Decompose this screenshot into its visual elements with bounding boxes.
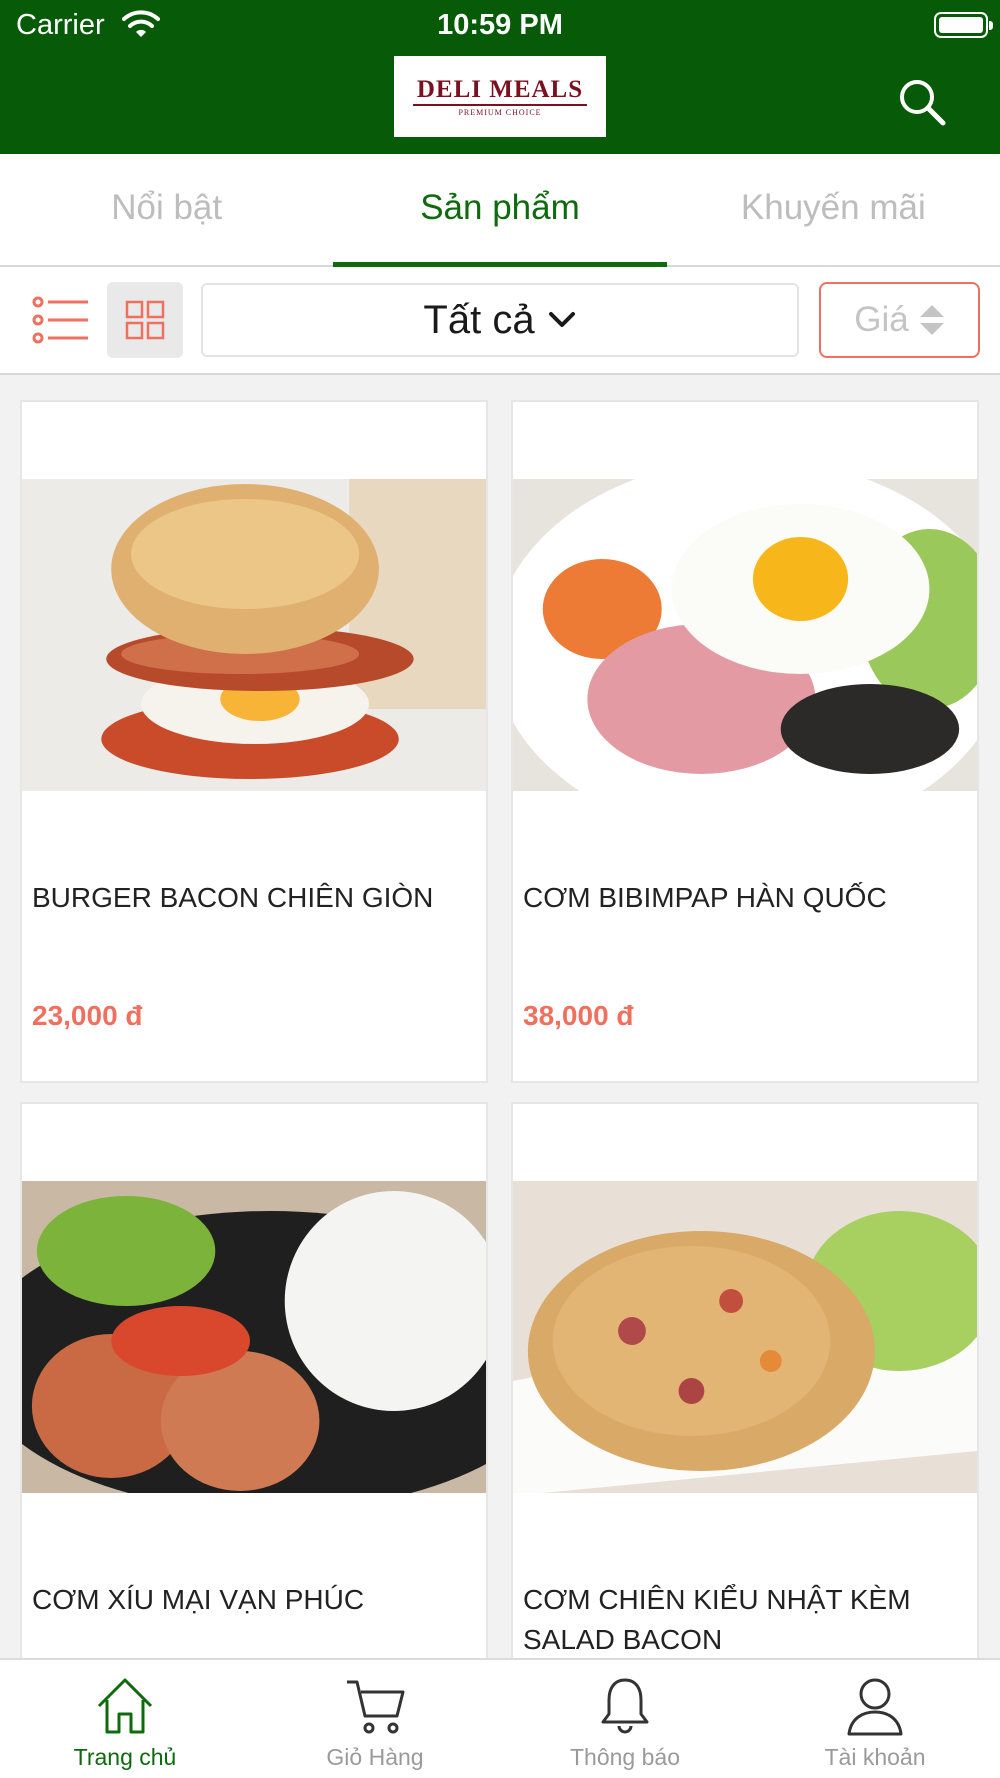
bell-icon: [601, 1678, 649, 1734]
category-label: Tất cả: [423, 297, 535, 342]
battery-icon: [934, 12, 993, 38]
price-sort-button[interactable]: Giá: [819, 282, 980, 358]
product-card[interactable]: CƠM CHIÊN KIỂU NHẬT KÈM SALAD BACON: [511, 1102, 979, 1662]
product-name: CƠM BIBIMPAP HÀN QUỐC: [523, 882, 887, 913]
product-image-fried-rice: [513, 1181, 977, 1493]
product-price: 23,000 đ: [32, 1000, 143, 1031]
grid-view-button[interactable]: [107, 282, 183, 358]
product-name: CƠM XÍU MẠI VẠN PHÚC: [32, 1584, 365, 1615]
tab-promotions[interactable]: Khuyến mãi: [667, 154, 1000, 265]
grid-view-icon: [125, 300, 165, 340]
logo-text: DELI MEALS: [412, 76, 588, 106]
nav-notifications[interactable]: Thông báo: [500, 1660, 750, 1778]
nav-account-label: Tài khoản: [824, 1744, 926, 1770]
product-card[interactable]: CƠM XÍU MẠI VẠN PHÚC: [20, 1102, 488, 1662]
product-image-burger: [22, 479, 486, 791]
clock: 10:59 PM: [437, 9, 563, 41]
nav-home[interactable]: Trang chủ: [0, 1660, 250, 1778]
price-sort-label: Giá: [854, 300, 909, 339]
product-name: BURGER BACON CHIÊN GIÒN: [32, 882, 434, 913]
product-name: CƠM CHIÊN KIỂU NHẬT KÈM SALAD BACON: [523, 1584, 911, 1655]
top-tabs: Nổi bật Sản phẩm Khuyến mãi: [0, 154, 1000, 267]
filter-bar: Tất cả Giá: [0, 267, 1000, 375]
brand-logo: DELI MEALS PREMIUM CHOICE: [394, 56, 606, 137]
product-price: 38,000 đ: [523, 1000, 634, 1031]
search-icon[interactable]: [896, 76, 948, 128]
nav-notifications-label: Thông báo: [570, 1744, 680, 1770]
user-icon: [847, 1678, 903, 1736]
logo-subtext: PREMIUM CHOICE: [458, 107, 542, 117]
product-card[interactable]: BURGER BACON CHIÊN GIÒN 23,000 đ: [20, 400, 488, 1083]
nav-account[interactable]: Tài khoản: [750, 1660, 1000, 1778]
chevron-down-icon: [548, 312, 575, 327]
product-image-bibimbap: [513, 479, 977, 791]
nav-cart[interactable]: Giỏ Hàng: [250, 1660, 500, 1778]
nav-home-label: Trang chủ: [73, 1744, 177, 1770]
category-dropdown[interactable]: Tất cả: [201, 283, 799, 357]
cart-icon: [347, 1680, 405, 1734]
sort-icon: [919, 305, 944, 335]
tab-featured[interactable]: Nổi bật: [0, 154, 333, 265]
home-icon: [97, 1678, 153, 1734]
tab-products[interactable]: Sản phẩm: [333, 154, 667, 267]
product-image-xiu-mai: [22, 1181, 486, 1493]
nav-cart-label: Giỏ Hàng: [326, 1744, 424, 1770]
bottom-nav: Trang chủ Giỏ Hàng Thông báo Tài khoản: [0, 1658, 1000, 1778]
list-view-icon[interactable]: [32, 296, 90, 344]
status-bar: Carrier 10:59 PM: [0, 0, 1000, 50]
app-header: Carrier 10:59 PM DELI MEALS PREMIUM CHOI…: [0, 0, 1000, 154]
product-card[interactable]: CƠM BIBIMPAP HÀN QUỐC 38,000 đ: [511, 400, 979, 1083]
